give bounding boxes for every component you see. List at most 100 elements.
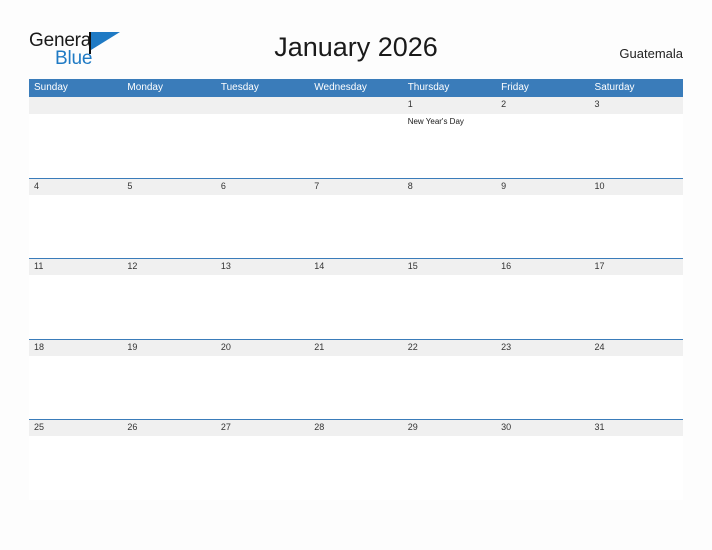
- day-events[interactable]: [496, 356, 589, 419]
- day-cell[interactable]: [29, 97, 122, 114]
- day-events[interactable]: [309, 356, 402, 419]
- day-cell[interactable]: 23: [496, 340, 589, 356]
- day-number: 20: [220, 341, 231, 352]
- day-cell[interactable]: 5: [122, 179, 215, 195]
- week-row: 1 2 3 New Year's Day: [29, 97, 683, 178]
- day-cell[interactable]: 9: [496, 179, 589, 195]
- day-events[interactable]: [122, 195, 215, 258]
- day-events[interactable]: [29, 195, 122, 258]
- day-cell[interactable]: 13: [216, 259, 309, 275]
- day-events[interactable]: [496, 275, 589, 338]
- day-events[interactable]: [29, 436, 122, 499]
- day-events[interactable]: [590, 356, 683, 419]
- day-events[interactable]: [496, 195, 589, 258]
- day-number: 17: [594, 261, 605, 271]
- day-cell[interactable]: 17: [590, 259, 683, 275]
- day-events[interactable]: [29, 114, 122, 177]
- day-cell[interactable]: 16: [496, 259, 589, 275]
- day-number: 12: [127, 261, 138, 271]
- week-events-layer: [29, 275, 683, 338]
- day-cell[interactable]: 7: [309, 179, 402, 195]
- day-cell[interactable]: 20: [216, 340, 309, 356]
- day-events[interactable]: [590, 436, 683, 499]
- week-date-band: 1 2 3: [29, 97, 683, 114]
- day-events[interactable]: [216, 275, 309, 338]
- week-row: 25 26 27 28 29 30 31: [29, 419, 683, 500]
- day-events[interactable]: [496, 436, 589, 499]
- day-number: 15: [407, 261, 418, 271]
- day-number: 1: [407, 99, 413, 109]
- day-cell[interactable]: 24: [590, 340, 683, 356]
- day-events[interactable]: [590, 275, 683, 338]
- day-cell[interactable]: 8: [403, 179, 496, 195]
- day-cell[interactable]: 6: [216, 179, 309, 195]
- country-label: Guatemala: [619, 46, 683, 61]
- week-events-layer: [29, 356, 683, 419]
- day-events[interactable]: [122, 275, 215, 338]
- day-cell[interactable]: 30: [496, 420, 589, 436]
- day-cell[interactable]: 19: [122, 340, 215, 356]
- day-events[interactable]: [496, 114, 589, 177]
- day-events[interactable]: New Year's Day: [403, 114, 496, 177]
- day-number: 8: [407, 180, 413, 191]
- week-date-band: 4 5 6 7 8 9 10: [29, 177, 683, 195]
- day-events[interactable]: [309, 195, 402, 258]
- weekday-header-monday: Monday: [127, 82, 163, 93]
- day-events[interactable]: [403, 356, 496, 419]
- day-events[interactable]: [29, 356, 122, 419]
- day-number: 9: [501, 180, 507, 191]
- day-cell[interactable]: 22: [403, 340, 496, 356]
- day-cell[interactable]: 1: [403, 97, 496, 114]
- day-cell[interactable]: 25: [29, 420, 122, 436]
- day-events[interactable]: [216, 436, 309, 499]
- weekday-header-row: Sunday Monday Tuesday Wednesday Thursday…: [29, 79, 683, 97]
- day-cell[interactable]: 28: [309, 420, 402, 436]
- weekday-header-thursday: Thursday: [407, 82, 450, 93]
- day-number: 6: [220, 180, 226, 191]
- day-cell[interactable]: 18: [29, 340, 122, 356]
- day-cell[interactable]: 4: [29, 179, 122, 195]
- day-events[interactable]: [590, 195, 683, 258]
- day-cell[interactable]: [122, 97, 215, 114]
- day-events[interactable]: [216, 195, 309, 258]
- day-events[interactable]: [309, 114, 402, 177]
- day-events[interactable]: [590, 114, 683, 177]
- day-cell[interactable]: [216, 97, 309, 114]
- day-cell[interactable]: 26: [122, 420, 215, 436]
- day-cell[interactable]: 2: [496, 97, 589, 114]
- day-events[interactable]: [122, 114, 215, 177]
- day-cell[interactable]: 12: [122, 259, 215, 275]
- day-events[interactable]: [122, 436, 215, 499]
- day-number: 31: [594, 422, 605, 432]
- day-events[interactable]: [403, 195, 496, 258]
- day-number: 10: [594, 180, 605, 191]
- day-cell[interactable]: 10: [590, 179, 683, 195]
- day-number: 22: [407, 341, 418, 352]
- day-events[interactable]: [216, 356, 309, 419]
- day-number: 29: [407, 422, 418, 432]
- day-events[interactable]: [216, 114, 309, 177]
- day-number: 28: [314, 422, 325, 432]
- day-events[interactable]: [309, 436, 402, 499]
- day-cell[interactable]: 3: [590, 97, 683, 114]
- day-events[interactable]: [403, 275, 496, 338]
- day-events[interactable]: [29, 275, 122, 338]
- page-header: General Blue January 2026 Guatemala: [0, 0, 712, 79]
- day-cell[interactable]: 14: [309, 259, 402, 275]
- day-number: 16: [501, 261, 512, 271]
- week-events-layer: [29, 195, 683, 258]
- day-cell[interactable]: [309, 97, 402, 114]
- day-events[interactable]: [403, 436, 496, 499]
- day-events[interactable]: [309, 275, 402, 338]
- day-events[interactable]: [122, 356, 215, 419]
- day-number: 25: [34, 422, 45, 432]
- weekday-header-sunday: Sunday: [34, 82, 68, 93]
- day-cell[interactable]: 29: [403, 420, 496, 436]
- weekday-header-saturday: Saturday: [594, 82, 635, 93]
- day-cell[interactable]: 11: [29, 259, 122, 275]
- day-cell[interactable]: 31: [590, 420, 683, 436]
- day-cell[interactable]: 21: [309, 340, 402, 356]
- day-number: 4: [34, 180, 40, 191]
- day-cell[interactable]: 27: [216, 420, 309, 436]
- day-cell[interactable]: 15: [403, 259, 496, 275]
